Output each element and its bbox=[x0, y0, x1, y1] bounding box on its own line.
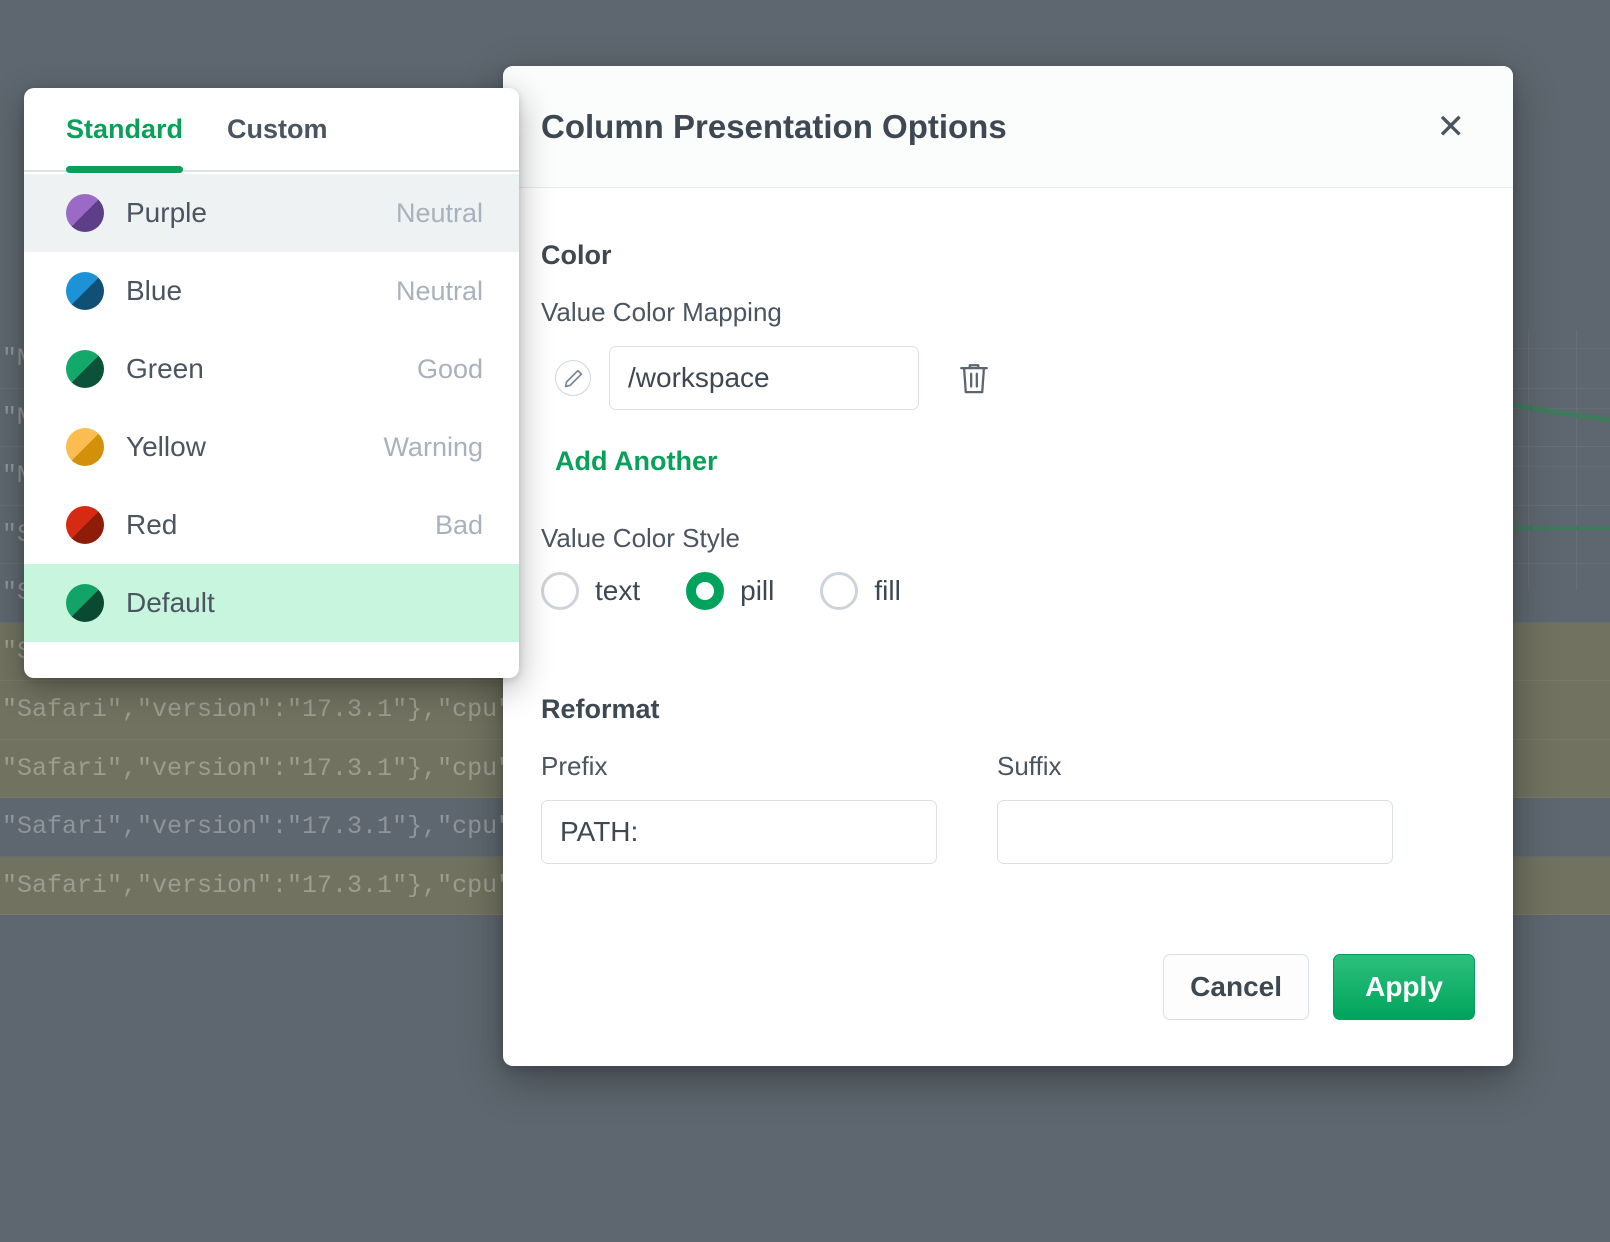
color-section-heading: Color bbox=[541, 240, 612, 270]
color-option-green[interactable]: Green Good bbox=[24, 330, 519, 408]
color-option-list: Purple Neutral Blue Neutral Green Good Yellow W… bbox=[24, 172, 519, 642]
color-option-label: Yellow bbox=[126, 431, 206, 462]
radio-label: pill bbox=[740, 575, 775, 606]
prefix-field-group: Prefix bbox=[541, 751, 937, 864]
pencil-icon[interactable] bbox=[555, 360, 591, 396]
close-icon[interactable]: ✕ bbox=[1427, 104, 1476, 150]
color-option-label: Purple bbox=[126, 197, 207, 228]
value-color-mapping-row bbox=[541, 346, 1475, 410]
color-option-meaning: Bad bbox=[434, 509, 483, 540]
color-option-label: Green bbox=[126, 353, 204, 384]
color-option-meaning: Warning bbox=[383, 431, 483, 462]
column-presentation-options-modal: Column Presentation Options ✕ Color Valu… bbox=[467, 66, 1513, 1066]
color-option-label: Blue bbox=[126, 275, 183, 306]
color-swatch-icon bbox=[66, 194, 104, 232]
tab-standard-label: Standard bbox=[66, 113, 184, 144]
radio-text[interactable]: text bbox=[541, 572, 640, 610]
prefix-label: Prefix bbox=[541, 751, 608, 781]
radio-fill[interactable]: fill bbox=[820, 572, 901, 610]
suffix-input[interactable] bbox=[997, 800, 1393, 864]
radio-label: text bbox=[595, 575, 641, 606]
suffix-label: Suffix bbox=[997, 751, 1062, 781]
color-swatch-icon bbox=[66, 272, 104, 310]
pencil-glyph bbox=[564, 369, 582, 387]
value-color-mapping-input[interactable] bbox=[609, 346, 919, 410]
value-color-mapping-label: Value Color Mapping bbox=[541, 297, 782, 327]
apply-button[interactable]: Apply bbox=[1333, 954, 1475, 1020]
color-option-red[interactable]: Red Bad bbox=[24, 486, 519, 564]
color-swatch-icon bbox=[66, 350, 104, 388]
modal-footer: Cancel Apply bbox=[503, 926, 1513, 1066]
color-option-yellow[interactable]: Yellow Warning bbox=[24, 408, 519, 486]
color-option-meaning: Neutral bbox=[395, 197, 483, 228]
reformat-section-heading: Reformat bbox=[541, 694, 660, 724]
color-option-label: Default bbox=[126, 587, 215, 618]
color-option-blue[interactable]: Blue Neutral bbox=[24, 252, 519, 330]
trash-icon[interactable] bbox=[951, 355, 997, 401]
color-swatch-icon bbox=[66, 506, 104, 544]
reformat-fields: Prefix Suffix bbox=[541, 751, 1475, 864]
prefix-input[interactable] bbox=[541, 800, 937, 864]
radio-dot-icon bbox=[686, 572, 725, 610]
suffix-field-group: Suffix bbox=[997, 751, 1393, 864]
radio-label: fill bbox=[874, 575, 901, 606]
radio-pill[interactable]: pill bbox=[686, 572, 774, 610]
modal-body: Color Value Color Mapping Add Another bbox=[503, 188, 1513, 926]
color-picker-popover: Standard Custom Purple Neutral Blue Neutral… bbox=[24, 88, 519, 678]
color-swatch-icon bbox=[66, 584, 104, 622]
add-another-button[interactable]: Add Another bbox=[555, 446, 717, 477]
tab-custom[interactable]: Custom bbox=[205, 88, 350, 171]
color-option-default[interactable]: Default bbox=[24, 564, 519, 642]
color-option-meaning: Neutral bbox=[395, 275, 483, 306]
cancel-button[interactable]: Cancel bbox=[1163, 954, 1309, 1020]
radio-dot-icon bbox=[820, 572, 859, 610]
value-color-style-radio-group: text pill fill bbox=[541, 572, 1475, 610]
radio-dot-icon bbox=[541, 572, 579, 610]
tab-standard[interactable]: Standard bbox=[44, 88, 205, 173]
trash-glyph bbox=[960, 364, 988, 394]
color-option-meaning: Good bbox=[416, 353, 483, 384]
tab-custom-label: Custom bbox=[227, 113, 328, 144]
modal-header: Column Presentation Options ✕ bbox=[503, 66, 1513, 188]
value-color-style-label: Value Color Style bbox=[541, 523, 740, 553]
color-picker-tabs: Standard Custom bbox=[24, 88, 519, 173]
color-swatch-icon bbox=[66, 428, 104, 466]
color-option-label: Red bbox=[126, 509, 178, 540]
page-title: Column Presentation Options bbox=[541, 107, 1007, 145]
color-option-purple[interactable]: Purple Neutral bbox=[24, 174, 519, 252]
